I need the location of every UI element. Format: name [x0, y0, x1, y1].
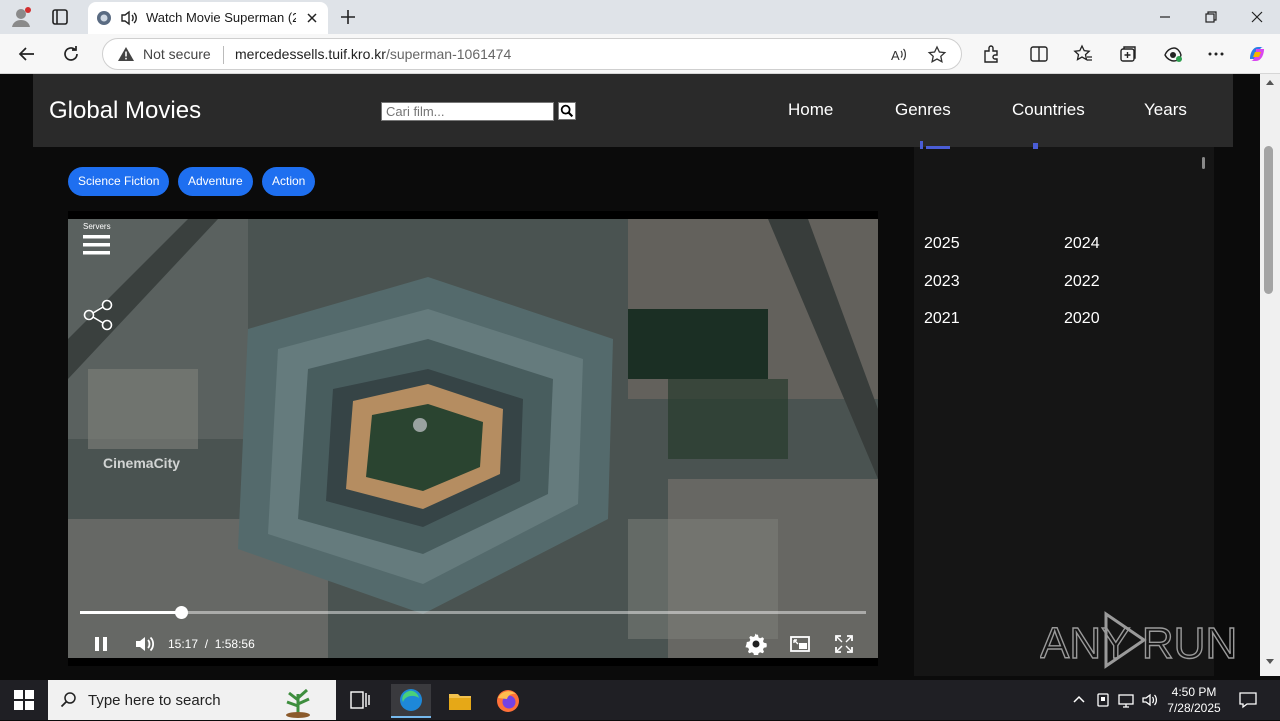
browser-toolbar: Not secure mercedessells.tuif.kro.kr/sup…	[0, 34, 1280, 74]
site-favicon-icon	[97, 11, 111, 25]
svg-text:A: A	[891, 48, 900, 63]
genre-tag-adventure[interactable]: Adventure	[178, 167, 253, 196]
browser-titlebar: Watch Movie Superman (2025	[0, 0, 1280, 34]
scroll-up-icon[interactable]	[1265, 78, 1275, 86]
year-link-2020[interactable]: 2020	[1064, 310, 1100, 328]
back-icon[interactable]	[16, 43, 38, 65]
sidebar-heading-fragment	[920, 141, 1038, 149]
task-view-icon[interactable]	[340, 684, 380, 718]
restore-icon[interactable]	[1200, 6, 1222, 28]
year-link-2024[interactable]: 2024	[1064, 235, 1100, 253]
extensions-icon[interactable]	[980, 43, 1002, 65]
profile-icon[interactable]	[10, 6, 32, 28]
close-tab-icon[interactable]	[304, 10, 320, 26]
year-link-2025[interactable]: 2025	[924, 235, 960, 253]
address-bar[interactable]: Not secure mercedessells.tuif.kro.kr/sup…	[102, 38, 962, 70]
speaker-icon[interactable]	[1141, 691, 1159, 709]
refresh-icon[interactable]	[60, 43, 82, 65]
read-aloud-icon[interactable]: A	[889, 45, 909, 65]
genre-tag-action[interactable]: Action	[262, 167, 316, 196]
search-icon[interactable]	[558, 102, 576, 120]
nav-genres[interactable]: Genres	[895, 100, 951, 120]
video-player[interactable]: Servers CinemaCity 15:17 / 1:58:56	[68, 211, 878, 666]
servers-label: Servers	[83, 222, 111, 231]
year-link-2022[interactable]: 2022	[1064, 273, 1100, 291]
warning-icon[interactable]	[117, 46, 135, 62]
seek-bar-played	[80, 611, 182, 614]
more-options-icon[interactable]	[1205, 43, 1227, 65]
taskbar-search-icon	[60, 692, 76, 708]
year-link-2021[interactable]: 2021	[924, 310, 960, 328]
anyrun-watermark-logo: ANY RUN	[1040, 611, 1238, 669]
nav-home[interactable]: Home	[788, 100, 833, 120]
close-window-icon[interactable]	[1246, 6, 1268, 28]
network-icon[interactable]	[1117, 691, 1135, 709]
pause-icon[interactable]	[90, 633, 112, 655]
copilot-icon[interactable]	[1246, 43, 1268, 65]
firefox-icon[interactable]	[488, 684, 528, 718]
time-separator: /	[204, 637, 209, 651]
tab-title: Watch Movie Superman (2025	[146, 10, 296, 25]
windows-taskbar: Type here to search 4:50 PM 7/28/2025	[0, 680, 1280, 720]
nav-countries[interactable]: Countries	[1012, 100, 1085, 120]
search-highlight-plant-icon	[286, 688, 310, 718]
collections-icon[interactable]	[1117, 43, 1139, 65]
year-link-2023[interactable]: 2023	[924, 273, 960, 291]
film-search-input[interactable]	[381, 102, 554, 121]
servers-menu-icon[interactable]	[83, 233, 110, 257]
video-watermark: CinemaCity	[103, 455, 181, 471]
tab-actions-icon[interactable]	[50, 7, 70, 27]
share-icon[interactable]	[83, 299, 113, 331]
notifications-icon[interactable]	[1238, 690, 1258, 710]
tab-audio-icon[interactable]	[120, 10, 138, 26]
minimize-icon[interactable]	[1154, 6, 1176, 28]
sidebar-scrollbar[interactable]	[1202, 157, 1205, 169]
address-separator	[223, 46, 224, 64]
volume-icon[interactable]	[134, 633, 156, 655]
url-path: /superman-1061474	[385, 46, 512, 62]
video-frame[interactable]: Servers CinemaCity 15:17 / 1:58:56	[68, 219, 878, 658]
windows-start-icon[interactable]	[14, 690, 34, 710]
tray-overflow-icon[interactable]	[1070, 691, 1088, 709]
fullscreen-icon[interactable]	[833, 633, 855, 655]
playback-time: 15:17 / 1:58:56	[168, 637, 255, 651]
favorite-star-icon[interactable]	[927, 45, 947, 65]
picture-in-picture-icon[interactable]	[789, 633, 811, 655]
tray-device-icon[interactable]	[1094, 691, 1112, 709]
nav-years[interactable]: Years	[1144, 100, 1187, 120]
seek-bar[interactable]	[80, 606, 866, 619]
new-tab-icon[interactable]	[338, 7, 358, 27]
url-text[interactable]: mercedessells.tuif.kro.kr/superman-10614…	[235, 46, 511, 62]
current-time: 15:17	[168, 637, 199, 651]
split-screen-icon[interactable]	[1028, 43, 1050, 65]
favorites-icon[interactable]	[1072, 43, 1094, 65]
genre-tag-science-fiction[interactable]: Science Fiction	[68, 167, 170, 196]
file-explorer-icon[interactable]	[440, 684, 480, 718]
active-tab[interactable]: Watch Movie Superman (2025	[88, 2, 328, 34]
years-sidebar: 2025 2024 2023 2022 2021 2020	[914, 141, 1214, 676]
aerial-video-frame	[68, 219, 878, 658]
site-logo[interactable]: Global Movies	[49, 97, 201, 125]
clock-time: 4:50 PM	[1171, 685, 1217, 699]
site-header: Global Movies Home Genres Countries Year…	[33, 74, 1233, 147]
page-scrollbar-thumb[interactable]	[1264, 146, 1273, 294]
security-label[interactable]: Not secure	[143, 46, 211, 62]
edge-icon	[400, 689, 422, 711]
taskbar-search-box[interactable]: Type here to search	[48, 680, 336, 720]
browser-essentials-icon[interactable]	[1162, 43, 1184, 65]
taskbar-search-placeholder: Type here to search	[88, 692, 221, 709]
scroll-down-icon[interactable]	[1265, 658, 1275, 666]
duration: 1:58:56	[214, 637, 255, 651]
settings-gear-icon[interactable]	[745, 633, 767, 655]
page-scrollbar[interactable]	[1260, 74, 1280, 676]
taskbar-edge[interactable]	[391, 684, 431, 718]
clock-date: 7/28/2025	[1167, 701, 1221, 715]
url-host: mercedessells.tuif.kro.kr	[235, 46, 386, 62]
web-page: Global Movies Home Genres Countries Year…	[4, 74, 1260, 676]
taskbar-clock[interactable]: 4:50 PM 7/28/2025	[1162, 684, 1226, 716]
